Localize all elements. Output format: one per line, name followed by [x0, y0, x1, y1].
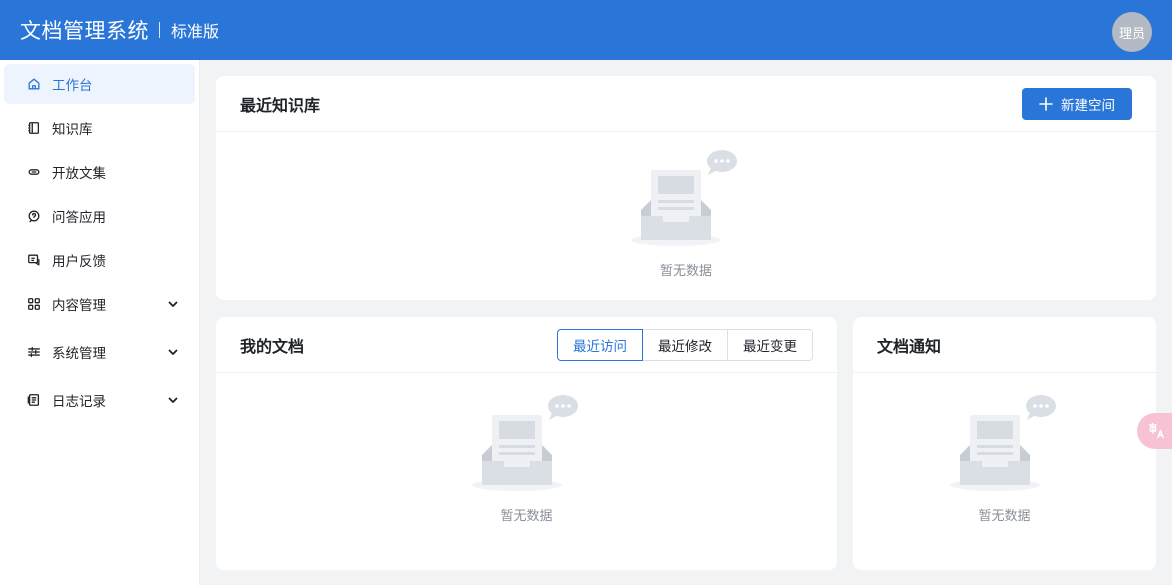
sidebar-item-content-management[interactable]: 内容管理	[4, 284, 195, 324]
sliders-icon	[26, 344, 42, 360]
recent-knowledge-base-card: 最近知识库 新建空间 暂无数据	[216, 76, 1156, 300]
sidebar: 工作台 知识库 开放文集 问答应用 用户反馈 内容管理 系统管理 日志记录	[0, 60, 200, 585]
sidebar-item-label: 系统管理	[52, 346, 106, 362]
empty-state: 暂无数据	[853, 393, 1156, 524]
sidebar-item-label: 用户反馈	[52, 254, 106, 270]
log-icon	[26, 392, 42, 408]
sidebar-item-label: 内容管理	[52, 298, 106, 314]
empty-inbox-icon	[471, 395, 578, 491]
chevron-down-icon	[168, 349, 178, 355]
top-bar: 文档管理系统 标准版 理员	[0, 0, 1172, 60]
chevron-down-icon	[168, 301, 178, 307]
sidebar-item-qa-app[interactable]: 问答应用	[4, 196, 195, 236]
qa-icon	[26, 208, 42, 224]
feedback-icon	[26, 252, 42, 268]
empty-inbox-icon	[631, 150, 737, 246]
book-icon	[26, 120, 42, 136]
tab-recent-visits[interactable]: 最近访问	[557, 329, 643, 361]
sidebar-item-label: 知识库	[52, 122, 93, 138]
plus-icon	[1039, 97, 1053, 111]
grid-icon	[26, 296, 42, 312]
card-header: 最近知识库 新建空间	[216, 76, 1156, 132]
sidebar-item-knowledge-base[interactable]: 知识库	[4, 108, 195, 148]
translate-float-button[interactable]	[1137, 413, 1172, 449]
sidebar-item-open-collections[interactable]: 开放文集	[4, 152, 195, 192]
app-title: 文档管理系统	[20, 19, 149, 43]
empty-text: 暂无数据	[978, 509, 1031, 524]
card-header: 我的文档 最近访问 最近修改 最近变更	[216, 317, 837, 373]
new-space-button[interactable]: 新建空间	[1022, 88, 1132, 120]
empty-state: 暂无数据	[216, 393, 837, 524]
sidebar-item-logs[interactable]: 日志记录	[4, 380, 195, 420]
empty-state: 暂无数据	[216, 148, 1156, 279]
my-documents-card: 我的文档 最近访问 最近修改 最近变更 暂无数据	[216, 317, 837, 570]
sidebar-item-label: 开放文集	[52, 166, 106, 182]
title-divider	[159, 22, 160, 38]
translate-icon	[1148, 422, 1164, 439]
tab-recent-edits[interactable]: 最近修改	[642, 329, 728, 361]
card-header: 文档通知	[853, 317, 1156, 373]
link-icon	[26, 164, 42, 180]
home-icon	[26, 76, 42, 92]
sidebar-item-system-management[interactable]: 系统管理	[4, 332, 195, 372]
user-avatar[interactable]: 理员	[1112, 12, 1152, 52]
card-title: 文档通知	[877, 336, 942, 356]
sidebar-item-label: 工作台	[52, 78, 93, 94]
document-notices-card: 文档通知 暂无数据	[853, 317, 1156, 570]
card-title: 最近知识库	[240, 95, 321, 115]
tab-recent-changes[interactable]: 最近变更	[727, 329, 813, 361]
sidebar-item-workbench[interactable]: 工作台	[4, 64, 195, 104]
empty-inbox-icon	[949, 395, 1056, 491]
sidebar-item-label: 问答应用	[52, 210, 106, 226]
new-space-label: 新建空间	[1061, 98, 1115, 114]
chevron-down-icon	[168, 397, 178, 403]
edition-label: 标准版	[171, 22, 220, 41]
sidebar-item-label: 日志记录	[52, 394, 106, 410]
empty-text: 暂无数据	[659, 264, 712, 279]
document-tabs: 最近访问 最近修改 最近变更	[557, 329, 813, 361]
empty-text: 暂无数据	[500, 509, 553, 524]
card-title: 我的文档	[240, 336, 305, 356]
sidebar-item-user-feedback[interactable]: 用户反馈	[4, 240, 195, 280]
